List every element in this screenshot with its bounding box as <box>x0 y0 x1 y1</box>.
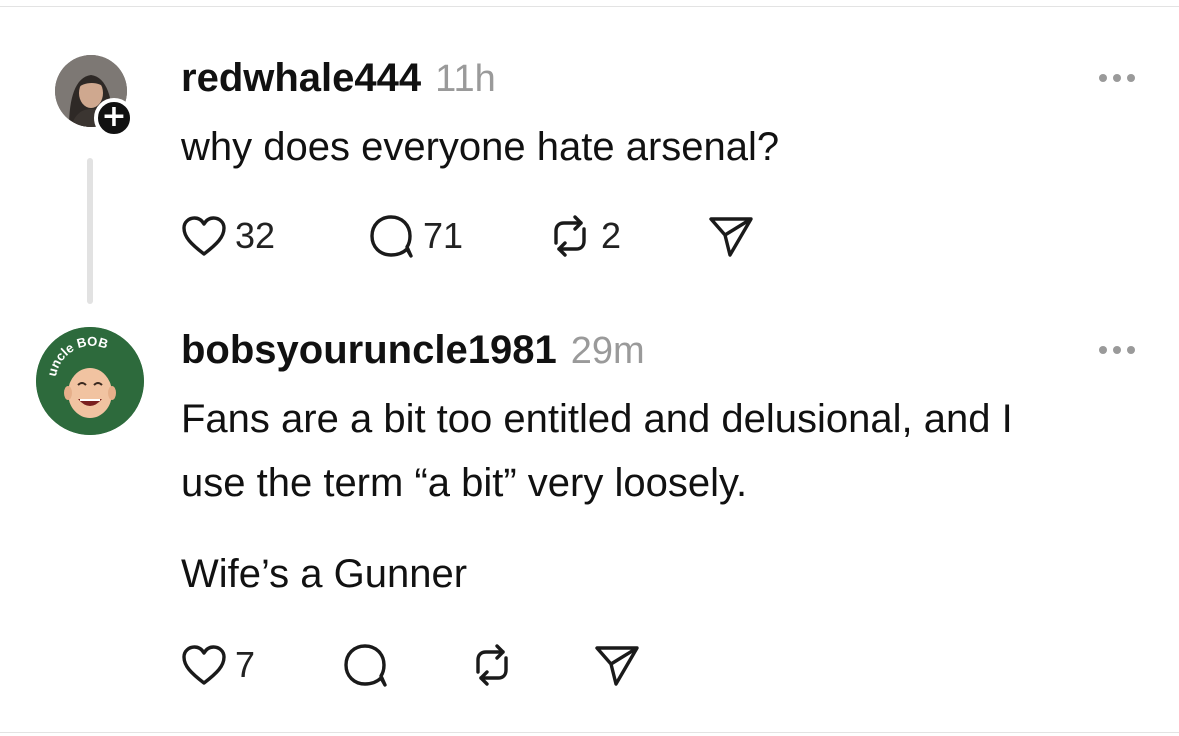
more-icon <box>1099 346 1107 354</box>
send-icon <box>595 646 639 686</box>
post-text-line-3: Wife’s a Gunner <box>181 552 468 596</box>
heart-icon <box>182 645 226 685</box>
avatar-bobsyouruncle1981[interactable]: uncle BOB <box>36 327 144 435</box>
post-text-line-1: Fans are a bit too entitled and delusion… <box>181 397 1013 441</box>
post-text-line-2: use the term “a bit” very loosely. <box>181 461 748 505</box>
comment-icon <box>344 644 387 687</box>
share-button[interactable] <box>594 640 640 690</box>
like-count: 7 <box>235 644 256 685</box>
more-options-button[interactable] <box>1093 340 1141 360</box>
post-header: bobsyouruncle1981 29m <box>181 328 645 373</box>
like-button[interactable]: 7 <box>181 640 255 690</box>
bottom-divider <box>0 732 1179 733</box>
post-bobsyouruncle1981: uncle BOB bobsyouruncle1981 29m Fans are … <box>0 0 1179 736</box>
more-icon-dot <box>1113 346 1121 354</box>
avatar-logo: uncle BOB <box>36 327 144 435</box>
repost-icon <box>476 644 508 686</box>
post-time: 29m <box>570 330 645 372</box>
reply-button[interactable] <box>343 640 389 690</box>
username[interactable]: bobsyouruncle1981 <box>181 328 557 372</box>
more-icon-dot <box>1127 346 1135 354</box>
repost-button[interactable] <box>469 640 515 690</box>
